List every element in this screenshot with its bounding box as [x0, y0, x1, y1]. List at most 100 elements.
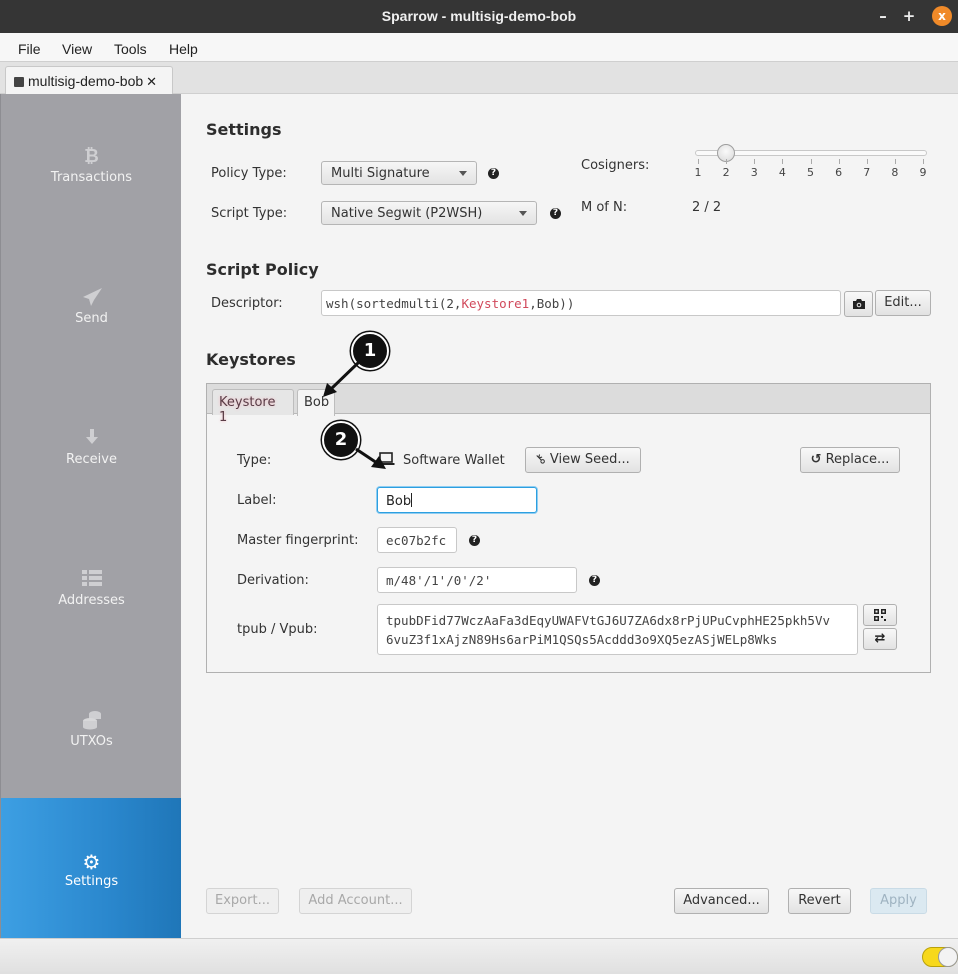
slider-tick-label: 1 — [694, 166, 702, 179]
sidebar-item-label: Receive — [66, 452, 117, 467]
add-account-button[interactable]: Add Account... — [299, 888, 412, 914]
help-icon[interactable]: ? — [550, 208, 561, 219]
slider-tick-label: 2 — [722, 166, 730, 179]
label-input-value: Bob — [386, 494, 412, 509]
help-icon[interactable]: ? — [469, 535, 480, 546]
slider-tick — [923, 159, 924, 164]
sidebar-item-transactions[interactable]: ₿ Transactions — [1, 94, 182, 235]
coins-icon — [1, 710, 182, 732]
wallet-tab-bar: multisig-demo-bob ✕ — [0, 62, 958, 94]
slider-tick — [894, 159, 896, 164]
menu-tools[interactable]: Tools — [114, 41, 147, 57]
key-icon: ⚷ — [532, 450, 550, 469]
slider-tick — [838, 159, 840, 164]
bitcoin-icon: ₿ — [84, 146, 99, 167]
sidebar-item-utxos[interactable]: UTXOs — [1, 658, 182, 799]
swap-format-button[interactable]: ⇄ — [863, 628, 897, 650]
label-label: Label: — [237, 493, 277, 508]
sidebar-item-receive[interactable]: Receive — [1, 376, 182, 517]
close-window-button[interactable]: x — [932, 6, 952, 26]
chevron-down-icon — [459, 171, 467, 176]
camera-icon — [852, 299, 865, 309]
settings-heading: Settings — [206, 120, 282, 139]
sidebar-item-label: Addresses — [58, 593, 125, 608]
window-title: Sparrow - multisig-demo-bob — [381, 8, 577, 24]
script-policy-heading: Script Policy — [206, 260, 319, 279]
view-seed-label: View Seed... — [549, 452, 630, 467]
undo-icon: ↺ — [810, 452, 822, 467]
sidebar-item-send[interactable]: Send — [1, 235, 182, 376]
wallet-tab[interactable]: multisig-demo-bob ✕ — [5, 66, 173, 94]
descriptor-keystore: Keystore1 — [461, 296, 530, 311]
fingerprint-label: Master fingerprint: — [237, 533, 359, 548]
view-seed-button[interactable]: ⚷ View Seed... — [525, 447, 641, 473]
keystore-label-input[interactable]: Bob — [377, 487, 537, 513]
fingerprint-field[interactable]: ec07b2fc — [377, 527, 457, 553]
sidebar-item-addresses[interactable]: Addresses — [1, 517, 182, 658]
policy-type-label: Policy Type: — [211, 166, 287, 181]
apply-button[interactable]: Apply — [870, 888, 927, 914]
replace-button[interactable]: ↺ Replace... — [800, 447, 900, 473]
keystores-heading: Keystores — [206, 350, 296, 369]
slider-tick-label: 8 — [891, 166, 899, 179]
derivation-label: Derivation: — [237, 573, 309, 588]
slider-tick — [698, 159, 699, 164]
sidebar-item-settings[interactable]: ⚙ Settings — [1, 798, 182, 938]
menu-help[interactable]: Help — [169, 41, 198, 57]
chevron-down-icon — [519, 211, 527, 216]
m-of-n-value: 2 / 2 — [692, 200, 722, 215]
slider-tick — [810, 159, 812, 164]
toggle-knob — [938, 947, 958, 967]
wallet-tab-label: multisig-demo-bob — [28, 73, 144, 89]
xpub-label: tpub / Vpub: — [237, 622, 318, 637]
help-icon[interactable]: ? — [589, 575, 600, 586]
maximize-button[interactable]: + — [899, 6, 919, 26]
sidebar: ₿ Transactions Send Receive Addresses UT… — [0, 94, 182, 938]
text-cursor — [411, 493, 413, 507]
list-icon — [1, 569, 182, 591]
close-tab-icon[interactable]: ✕ — [146, 74, 157, 89]
slider-tick-label: 6 — [835, 166, 843, 179]
status-bar — [0, 938, 958, 974]
edit-descriptor-button[interactable]: Edit... — [875, 290, 931, 316]
sidebar-item-label: Transactions — [50, 170, 133, 185]
show-qr-button[interactable] — [863, 604, 897, 626]
slider-tick — [866, 159, 868, 164]
xpub-field[interactable]: tpubDFid77WczAaFa3dEqyUWAFVtGJ6U7ZA6dx8r… — [377, 604, 858, 655]
minimize-button[interactable]: – — [873, 6, 893, 26]
sidebar-item-label: Send — [75, 311, 108, 326]
sidebar-item-label: UTXOs — [70, 734, 113, 749]
revert-button[interactable]: Revert — [788, 888, 851, 914]
descriptor-suffix: ,Bob)) — [529, 296, 575, 311]
type-value: Software Wallet — [403, 453, 505, 468]
swap-arrows-icon: ⇄ — [874, 631, 886, 646]
m-of-n-label: M of N: — [581, 200, 628, 215]
advanced-button[interactable]: Advanced... — [674, 888, 769, 914]
slider-tick-label: 3 — [750, 166, 758, 179]
wallet-icon — [14, 77, 24, 87]
export-button[interactable]: Export... — [206, 888, 279, 914]
policy-type-value: Multi Signature — [331, 166, 430, 181]
cosigners-label: Cosigners: — [581, 158, 650, 173]
gear-icon: ⚙ — [82, 850, 101, 874]
policy-type-select[interactable]: Multi Signature — [321, 161, 477, 185]
derivation-field[interactable]: m/48'/1'/0'/2' — [377, 567, 577, 593]
camera-button[interactable] — [844, 291, 873, 317]
tab-keystore-1[interactable]: Keystore 1 — [212, 389, 294, 425]
slider-tick-label: 7 — [863, 166, 871, 179]
slider-tick — [782, 159, 784, 164]
script-type-label: Script Type: — [211, 206, 288, 221]
descriptor-prefix: wsh(sortedmulti(2, — [326, 296, 462, 311]
menu-view[interactable]: View — [62, 41, 92, 57]
menu-file[interactable]: File — [18, 41, 41, 57]
keystores-tab-pane: Keystore 1 Bob Type: Software Wallet ⚷ V… — [206, 383, 931, 673]
type-label: Type: — [237, 453, 272, 468]
server-toggle[interactable] — [922, 947, 958, 967]
annotation-arrow-2 — [355, 447, 386, 469]
script-type-select[interactable]: Native Segwit (P2WSH) — [321, 201, 537, 225]
slider-tick-label: 4 — [778, 166, 786, 179]
slider-tick — [726, 159, 728, 164]
settings-panel: Settings Policy Type: Multi Signature ? … — [181, 94, 958, 938]
descriptor-field[interactable]: wsh(sortedmulti(2,Keystore1,Bob)) — [321, 290, 841, 316]
help-icon[interactable]: ? — [488, 168, 499, 179]
